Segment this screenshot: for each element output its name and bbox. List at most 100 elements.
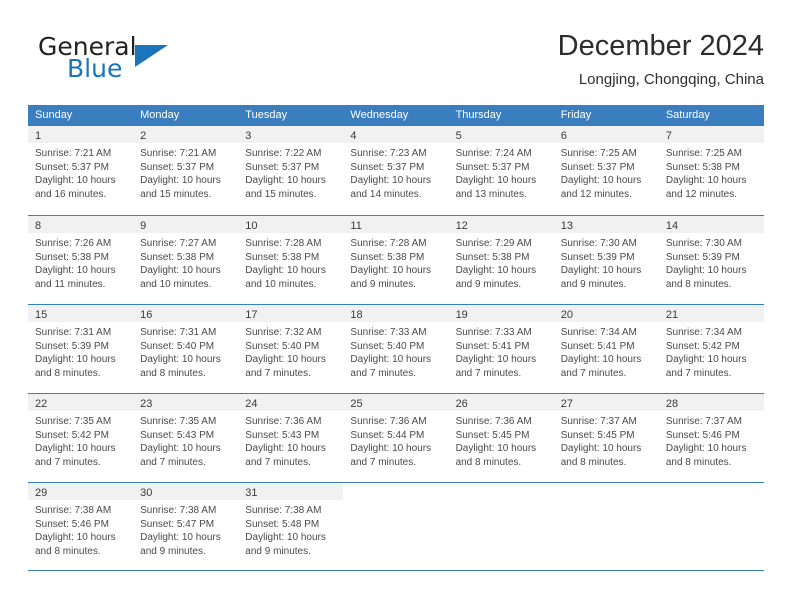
- day-cell[interactable]: 30 Sunrise: 7:38 AM Sunset: 5:47 PM Dayl…: [133, 483, 239, 570]
- day-cell-empty: [343, 483, 448, 570]
- daylight-text-line1: Daylight: 10 hours: [455, 443, 537, 455]
- day-cell[interactable]: 1 Sunrise: 7:21 AM Sunset: 5:37 PM Dayli…: [28, 126, 134, 215]
- daylight-text-line2: and 14 minutes.: [350, 188, 422, 200]
- day-number-band: 22: [28, 394, 134, 411]
- page-subtitle: Longjing, Chongqing, China: [578, 71, 764, 88]
- daylight-text-line2: and 9 minutes.: [455, 278, 522, 290]
- day-cell[interactable]: 2 Sunrise: 7:21 AM Sunset: 5:37 PM Dayli…: [133, 126, 239, 215]
- daylight-text-line1: Daylight: 10 hours: [35, 354, 116, 366]
- day-number: 21: [665, 309, 679, 321]
- day-cell[interactable]: 31 Sunrise: 7:38 AM Sunset: 5:48 PM Dayl…: [238, 483, 344, 570]
- week-row: 29 Sunrise: 7:38 AM Sunset: 5:46 PM Dayl…: [28, 482, 764, 571]
- day-cell[interactable]: 14 Sunrise: 7:30 AM Sunset: 5:39 PM Dayl…: [658, 216, 764, 304]
- title-block: December 2024 Longjing, Chongqing, China: [558, 28, 764, 91]
- day-cell[interactable]: 10 Sunrise: 7:28 AM Sunset: 5:38 PM Dayl…: [238, 216, 344, 304]
- daylight-text-line1: Daylight: 10 hours: [245, 443, 326, 455]
- weekday-header-friday: Friday: [560, 109, 592, 121]
- day-cell[interactable]: 13 Sunrise: 7:30 AM Sunset: 5:39 PM Dayl…: [553, 216, 659, 304]
- sunrise-text: Sunrise: 7:21 AM: [140, 148, 217, 159]
- daylight-text-line1: Daylight: 10 hours: [140, 265, 221, 277]
- day-cell[interactable]: 28 Sunrise: 7:37 AM Sunset: 5:46 PM Dayl…: [658, 394, 764, 482]
- sunset-text: Sunset: 5:42 PM: [35, 429, 109, 441]
- sunset-text: Sunset: 5:45 PM: [455, 429, 530, 441]
- sunrise-text: Sunrise: 7:25 AM: [665, 148, 742, 159]
- day-number: 10: [245, 220, 258, 232]
- weekday-header-wednesday: Wednesday: [350, 109, 409, 121]
- day-cell[interactable]: 3 Sunrise: 7:22 AM Sunset: 5:37 PM Dayli…: [238, 126, 344, 215]
- day-number-band: [343, 483, 448, 500]
- sunset-text: Sunset: 5:37 PM: [245, 161, 320, 173]
- sunrise-text: Sunrise: 7:31 AM: [140, 327, 217, 338]
- daylight-text-line2: and 7 minutes.: [35, 456, 101, 468]
- day-cell[interactable]: 16 Sunrise: 7:31 AM Sunset: 5:40 PM Dayl…: [133, 305, 239, 393]
- day-cell[interactable]: 21 Sunrise: 7:34 AM Sunset: 5:42 PM Dayl…: [658, 305, 764, 393]
- day-cell-empty: [659, 483, 764, 570]
- sunrise-text: Sunrise: 7:37 AM: [560, 416, 637, 427]
- daylight-text-line1: Daylight: 10 hours: [245, 532, 326, 544]
- week-row: 15 Sunrise: 7:31 AM Sunset: 5:39 PM Dayl…: [28, 304, 764, 393]
- sunset-text: Sunset: 5:43 PM: [245, 429, 320, 441]
- sunset-text: Sunset: 5:38 PM: [35, 251, 109, 263]
- daylight-text-line1: Daylight: 10 hours: [35, 443, 116, 455]
- sunrise-text: Sunrise: 7:34 AM: [560, 327, 637, 338]
- day-cell[interactable]: 18 Sunrise: 7:33 AM Sunset: 5:40 PM Dayl…: [343, 305, 449, 393]
- sunrise-text: Sunrise: 7:35 AM: [140, 416, 217, 427]
- day-number-band: 12: [448, 216, 554, 233]
- day-info: Sunrise: 7:38 AM Sunset: 5:47 PM Dayligh…: [133, 500, 238, 558]
- weekday-header-thursday: Thursday: [455, 109, 502, 121]
- day-cell[interactable]: 7 Sunrise: 7:25 AM Sunset: 5:38 PM Dayli…: [658, 126, 764, 215]
- day-cell[interactable]: 26 Sunrise: 7:36 AM Sunset: 5:45 PM Dayl…: [448, 394, 554, 482]
- daylight-text-line2: and 8 minutes.: [455, 456, 522, 468]
- daylight-text-line1: Daylight: 10 hours: [245, 175, 326, 187]
- sunset-text: Sunset: 5:38 PM: [140, 251, 215, 263]
- sunrise-text: Sunrise: 7:29 AM: [455, 238, 532, 249]
- day-number: 2: [140, 130, 147, 142]
- day-number-band: 13: [553, 216, 659, 233]
- sunset-text: Sunset: 5:44 PM: [350, 429, 425, 441]
- daylight-text-line2: and 9 minutes.: [245, 545, 311, 557]
- day-number-band: 15: [28, 305, 134, 322]
- sunrise-text: Sunrise: 7:31 AM: [35, 327, 112, 338]
- day-number-band: 20: [553, 305, 659, 322]
- sunrise-text: Sunrise: 7:36 AM: [350, 416, 427, 427]
- weekday-header-tuesday: Tuesday: [245, 109, 288, 121]
- day-cell[interactable]: 25 Sunrise: 7:36 AM Sunset: 5:44 PM Dayl…: [343, 394, 449, 482]
- day-cell[interactable]: 15 Sunrise: 7:31 AM Sunset: 5:39 PM Dayl…: [28, 305, 134, 393]
- day-info: Sunrise: 7:34 AM Sunset: 5:42 PM Dayligh…: [659, 322, 764, 380]
- day-cell[interactable]: 17 Sunrise: 7:32 AM Sunset: 5:40 PM Dayl…: [238, 305, 344, 393]
- day-number-band: [659, 483, 764, 500]
- day-number-band: 8: [28, 216, 134, 233]
- day-cell[interactable]: 8 Sunrise: 7:26 AM Sunset: 5:38 PM Dayli…: [28, 216, 134, 304]
- day-number-band: 3: [238, 126, 344, 143]
- day-cell[interactable]: 5 Sunrise: 7:24 AM Sunset: 5:37 PM Dayli…: [448, 126, 554, 215]
- day-cell[interactable]: 27 Sunrise: 7:37 AM Sunset: 5:45 PM Dayl…: [553, 394, 659, 482]
- day-number: 3: [245, 130, 252, 142]
- daylight-text-line2: and 9 minutes.: [350, 278, 417, 290]
- daylight-text-line2: and 10 minutes.: [245, 278, 317, 290]
- daylight-text-line2: and 8 minutes.: [35, 367, 101, 379]
- daylight-text-line2: and 9 minutes.: [140, 545, 206, 557]
- daylight-text-line1: Daylight: 10 hours: [245, 354, 326, 366]
- day-info: Sunrise: 7:25 AM Sunset: 5:38 PM Dayligh…: [659, 143, 764, 201]
- day-info: Sunrise: 7:36 AM Sunset: 5:44 PM Dayligh…: [343, 411, 448, 469]
- sunset-text: Sunset: 5:43 PM: [140, 429, 215, 441]
- day-info: Sunrise: 7:35 AM Sunset: 5:43 PM Dayligh…: [133, 411, 238, 469]
- day-number: 26: [455, 398, 468, 410]
- day-cell[interactable]: 19 Sunrise: 7:33 AM Sunset: 5:41 PM Dayl…: [448, 305, 554, 393]
- day-cell[interactable]: 4 Sunrise: 7:23 AM Sunset: 5:37 PM Dayli…: [343, 126, 449, 215]
- day-cell[interactable]: 24 Sunrise: 7:36 AM Sunset: 5:43 PM Dayl…: [238, 394, 344, 482]
- day-cell[interactable]: 9 Sunrise: 7:27 AM Sunset: 5:38 PM Dayli…: [133, 216, 239, 304]
- daylight-text-line1: Daylight: 10 hours: [140, 532, 221, 544]
- day-cell[interactable]: 12 Sunrise: 7:29 AM Sunset: 5:38 PM Dayl…: [448, 216, 554, 304]
- day-cell[interactable]: 29 Sunrise: 7:38 AM Sunset: 5:46 PM Dayl…: [28, 483, 134, 570]
- sunset-text: Sunset: 5:37 PM: [35, 161, 109, 173]
- sunrise-text: Sunrise: 7:26 AM: [35, 238, 112, 249]
- day-cell[interactable]: 6 Sunrise: 7:25 AM Sunset: 5:37 PM Dayli…: [553, 126, 659, 215]
- day-cell[interactable]: 22 Sunrise: 7:35 AM Sunset: 5:42 PM Dayl…: [28, 394, 134, 482]
- sunset-text: Sunset: 5:38 PM: [245, 251, 320, 263]
- sunset-text: Sunset: 5:41 PM: [560, 340, 635, 352]
- day-cell[interactable]: 20 Sunrise: 7:34 AM Sunset: 5:41 PM Dayl…: [553, 305, 659, 393]
- day-cell[interactable]: 11 Sunrise: 7:28 AM Sunset: 5:38 PM Dayl…: [343, 216, 449, 304]
- day-cell[interactable]: 23 Sunrise: 7:35 AM Sunset: 5:43 PM Dayl…: [133, 394, 239, 482]
- day-info: Sunrise: 7:24 AM Sunset: 5:37 PM Dayligh…: [449, 143, 554, 201]
